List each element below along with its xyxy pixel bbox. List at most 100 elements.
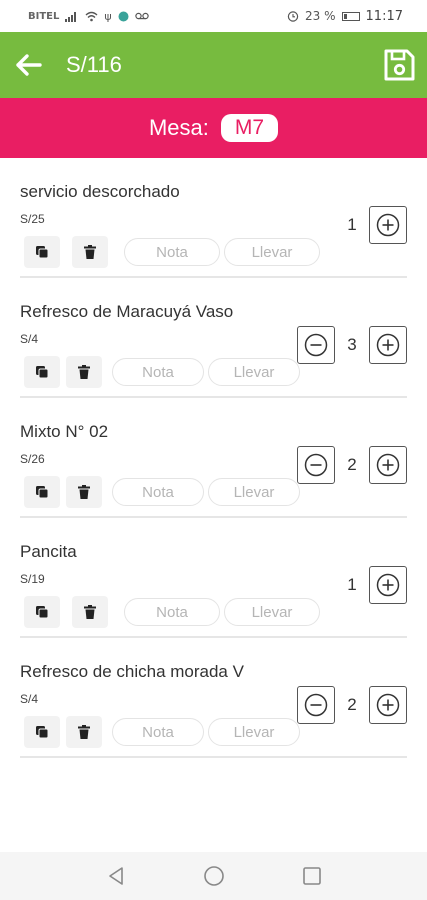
item-name: servicio descorchado [20, 182, 180, 201]
quantity-stepper: 1 [335, 206, 407, 244]
order-item: Refresco de Maracuyá Vaso S/4 Nota Llevar 3 [20, 278, 407, 398]
order-item: Mixto N° 02 S/26 Nota Llevar 2 [20, 398, 407, 518]
square-recents-icon [302, 867, 321, 885]
decrease-button[interactable] [297, 686, 335, 724]
item-actions: Nota Llevar [24, 596, 320, 628]
item-name: Pancita [20, 542, 77, 561]
table-bar: Mesa: M7 [0, 98, 427, 158]
copy-icon [36, 246, 49, 259]
quantity-value: 1 [347, 575, 357, 594]
order-item: Pancita S/19 Nota Llevar 1 [20, 518, 407, 638]
item-actions: Nota Llevar [24, 236, 320, 268]
quantity-value: 3 [347, 335, 357, 354]
plus-circle-icon [376, 573, 400, 597]
increase-button[interactable] [369, 686, 407, 724]
order-item: servicio descorchado S/25 Nota Llevar 1 [20, 158, 407, 278]
minus-circle-icon [304, 333, 328, 357]
duplicate-button[interactable] [24, 596, 60, 628]
trash-icon [78, 365, 90, 379]
quantity-value: 2 [347, 695, 357, 714]
copy-icon [36, 726, 49, 739]
order-item: Refresco de chicha morada V S/4 Nota Llevar… [20, 638, 407, 758]
nav-back-button[interactable] [100, 860, 132, 892]
item-actions: Nota Llevar [24, 716, 300, 748]
item-price: S/19 [20, 572, 45, 586]
plus-circle-icon [376, 213, 400, 237]
note-button[interactable]: Nota [112, 358, 204, 386]
increase-button[interactable] [369, 566, 407, 604]
note-button[interactable]: Nota [112, 478, 204, 506]
status-right: 23 % 11:17 [287, 9, 403, 24]
quantity-stepper: 3 [297, 326, 407, 364]
plus-circle-icon [376, 453, 400, 477]
circle-home-icon [203, 866, 224, 886]
copy-icon [36, 606, 49, 619]
plus-circle-icon [376, 693, 400, 717]
item-price: S/4 [20, 692, 39, 706]
trash-icon [78, 485, 90, 499]
duplicate-button[interactable] [24, 236, 60, 268]
system-nav-bar [0, 852, 427, 900]
battery-level [343, 13, 347, 19]
voicemail-icon [134, 12, 149, 20]
nav-recents-button[interactable] [296, 860, 328, 892]
duplicate-button[interactable] [24, 716, 60, 748]
takeaway-button[interactable]: Llevar [208, 718, 300, 746]
minus-circle-icon [304, 693, 328, 717]
back-button[interactable] [4, 41, 52, 89]
delete-button[interactable] [66, 716, 102, 748]
nav-home-button[interactable] [198, 860, 230, 892]
takeaway-button[interactable]: Llevar [224, 598, 320, 626]
minus-circle-icon [304, 453, 328, 477]
duplicate-button[interactable] [24, 356, 60, 388]
plus-circle-icon [376, 333, 400, 357]
quantity-value: 1 [347, 215, 357, 234]
quantity-value: 2 [347, 455, 357, 474]
trash-icon [84, 605, 96, 619]
battery-icon [341, 11, 360, 21]
takeaway-button[interactable]: Llevar [224, 238, 320, 266]
trash-icon [78, 725, 90, 739]
note-button[interactable]: Nota [124, 598, 220, 626]
triangle-back-icon [108, 867, 123, 885]
item-name: Mixto N° 02 [20, 422, 109, 441]
decrease-button[interactable] [297, 446, 335, 484]
delete-button[interactable] [66, 356, 102, 388]
increase-button[interactable] [369, 206, 407, 244]
takeaway-button[interactable]: Llevar [208, 358, 300, 386]
delete-button[interactable] [66, 476, 102, 508]
decrease-button[interactable] [297, 326, 335, 364]
save-button[interactable] [375, 41, 423, 89]
clock: 11:17 [365, 8, 403, 24]
quantity-stepper: 2 [297, 446, 407, 484]
item-price: S/25 [20, 212, 45, 226]
arrow-left-icon [16, 54, 42, 76]
delete-button[interactable] [72, 236, 108, 268]
battery-percent: 23 % [305, 9, 336, 23]
table-label: Mesa: [148, 115, 209, 140]
app-bar: S/116 [0, 32, 427, 98]
delete-button[interactable] [72, 596, 108, 628]
table-badge[interactable]: M7 [220, 114, 279, 142]
page-title: S/116 [66, 52, 122, 77]
duplicate-button[interactable] [24, 476, 60, 508]
takeaway-button[interactable]: Llevar [208, 478, 300, 506]
wifi-icon [85, 11, 98, 21]
item-actions: Nota Llevar [24, 476, 300, 508]
trash-icon [84, 245, 96, 259]
save-icon [384, 49, 415, 81]
app-dot-icon [118, 11, 129, 21]
copy-icon [36, 366, 49, 379]
note-button[interactable]: Nota [112, 718, 204, 746]
item-name: Refresco de Maracuyá Vaso [20, 302, 234, 321]
increase-button[interactable] [369, 326, 407, 364]
copy-icon [36, 486, 49, 499]
item-name: Refresco de chicha morada V [20, 662, 244, 681]
quantity-stepper: 2 [297, 686, 407, 724]
note-button[interactable]: Nota [124, 238, 220, 266]
usb-icon: ψ [104, 9, 112, 23]
item-price: S/26 [20, 452, 45, 466]
carrier-label: BITEL [28, 10, 60, 22]
item-actions: Nota Llevar [24, 356, 300, 388]
increase-button[interactable] [369, 446, 407, 484]
